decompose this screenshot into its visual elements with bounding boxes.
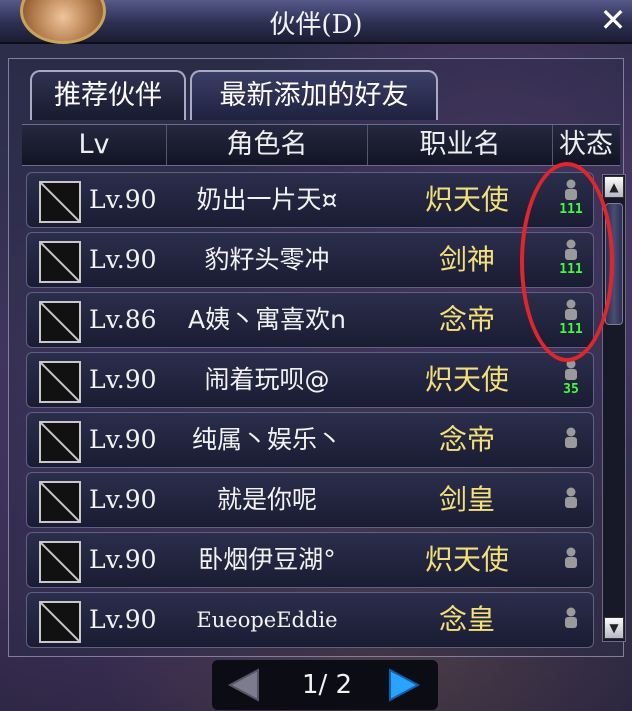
- status-indicator: [555, 597, 587, 643]
- class-name: 炽天使: [424, 363, 509, 396]
- status-indicator: [555, 537, 587, 583]
- table-row[interactable]: Lv.90 EueopeEddie 念皇: [26, 592, 594, 648]
- table-header: Lv 角色名 职业名 状态: [22, 124, 620, 166]
- level-label: Lv.90: [89, 605, 157, 634]
- table-row[interactable]: Lv.90 纯属丶娱乐丶 念帝: [26, 412, 594, 468]
- person-icon: [565, 487, 577, 508]
- status-indicator: 111: [555, 237, 587, 283]
- column-header-job: 职业名: [368, 125, 553, 165]
- scroll-down-button[interactable]: ▼: [604, 617, 624, 639]
- status-indicator: 111: [555, 297, 587, 343]
- class-name: 炽天使: [424, 543, 509, 576]
- level-label: Lv.90: [89, 185, 157, 214]
- level-label: Lv.90: [89, 425, 157, 454]
- online-count: 111: [559, 262, 583, 277]
- pagination: 1/ 2: [212, 660, 438, 710]
- class-name: 念帝: [438, 303, 495, 336]
- table-row[interactable]: Lv.90 闹着玩呗@ 炽天使 35: [26, 352, 594, 408]
- status-indicator: 111: [555, 177, 587, 223]
- table-row[interactable]: Lv.86 A姨丶寓喜欢n 念帝 111: [26, 292, 594, 348]
- scroll-thumb[interactable]: [605, 203, 623, 325]
- scroll-up-button[interactable]: ▲: [604, 176, 624, 198]
- list-scrollbar[interactable]: ▲ ▼: [602, 174, 626, 642]
- avatar-slot: [39, 421, 81, 463]
- avatar-slot: [39, 181, 81, 223]
- tab-recommended-partners[interactable]: 推荐伙伴: [30, 70, 186, 120]
- person-icon: [565, 427, 577, 448]
- column-header-lv: Lv: [22, 125, 167, 165]
- table-row[interactable]: Lv.90 奶出一片天¤ 炽天使 111: [26, 172, 594, 228]
- character-name: 豹籽头零冲: [204, 245, 330, 274]
- close-button[interactable]: ✕: [596, 2, 630, 38]
- avatar-slot: [39, 601, 81, 643]
- class-name: 念皇: [438, 603, 495, 636]
- class-name: 剑神: [438, 243, 495, 276]
- table-row[interactable]: Lv.90 豹籽头零冲 剑神 111: [26, 232, 594, 288]
- status-indicator: 35: [555, 357, 587, 403]
- person-icon: [565, 607, 577, 628]
- column-header-name: 角色名: [167, 125, 368, 165]
- person-icon: [565, 547, 577, 568]
- level-label: Lv.90: [89, 485, 157, 514]
- character-name: 闹着玩呗@: [204, 365, 330, 394]
- person-icon: [565, 359, 577, 380]
- level-label: Lv.90: [89, 545, 157, 574]
- level-label: Lv.86: [89, 305, 157, 334]
- status-indicator: [555, 417, 587, 463]
- level-label: Lv.90: [89, 365, 157, 394]
- prev-page-arrow-icon[interactable]: [224, 666, 264, 704]
- avatar-slot: [39, 241, 81, 283]
- character-name: 就是你呢: [216, 485, 317, 514]
- online-count: 111: [559, 202, 583, 217]
- avatar-slot: [39, 481, 81, 523]
- online-count: 35: [563, 382, 579, 397]
- character-name: EueopeEddie: [196, 608, 338, 632]
- tab-recently-added-friends[interactable]: 最新添加的好友: [190, 70, 438, 120]
- table-row[interactable]: Lv.90 就是你呢 剑皇: [26, 472, 594, 528]
- window-title: 伙伴(D): [269, 10, 363, 40]
- window-titlebar: 伙伴(D) ✕: [0, 0, 632, 44]
- character-name: 纯属丶娱乐丶: [191, 425, 342, 454]
- level-label: Lv.90: [89, 245, 157, 274]
- class-name: 剑皇: [438, 483, 495, 516]
- person-icon: [565, 179, 577, 200]
- class-name: 炽天使: [424, 183, 509, 216]
- class-name: 念帝: [438, 423, 495, 456]
- character-name: A姨丶寓喜欢n: [188, 305, 346, 334]
- status-indicator: [555, 477, 587, 523]
- online-count: 111: [559, 322, 583, 337]
- table-row[interactable]: Lv.90 卧烟伊豆湖° 炽天使: [26, 532, 594, 588]
- next-page-arrow-icon[interactable]: [384, 666, 424, 704]
- character-name: 奶出一片天¤: [196, 185, 338, 214]
- avatar-slot: [39, 361, 81, 403]
- avatar-slot: [39, 541, 81, 583]
- page-indicator: 1/ 2: [301, 670, 353, 700]
- column-header-status: 状态: [559, 129, 613, 160]
- person-icon: [565, 239, 577, 260]
- avatar-slot: [39, 301, 81, 343]
- character-name: 卧烟伊豆湖°: [198, 545, 336, 574]
- person-icon: [565, 299, 577, 320]
